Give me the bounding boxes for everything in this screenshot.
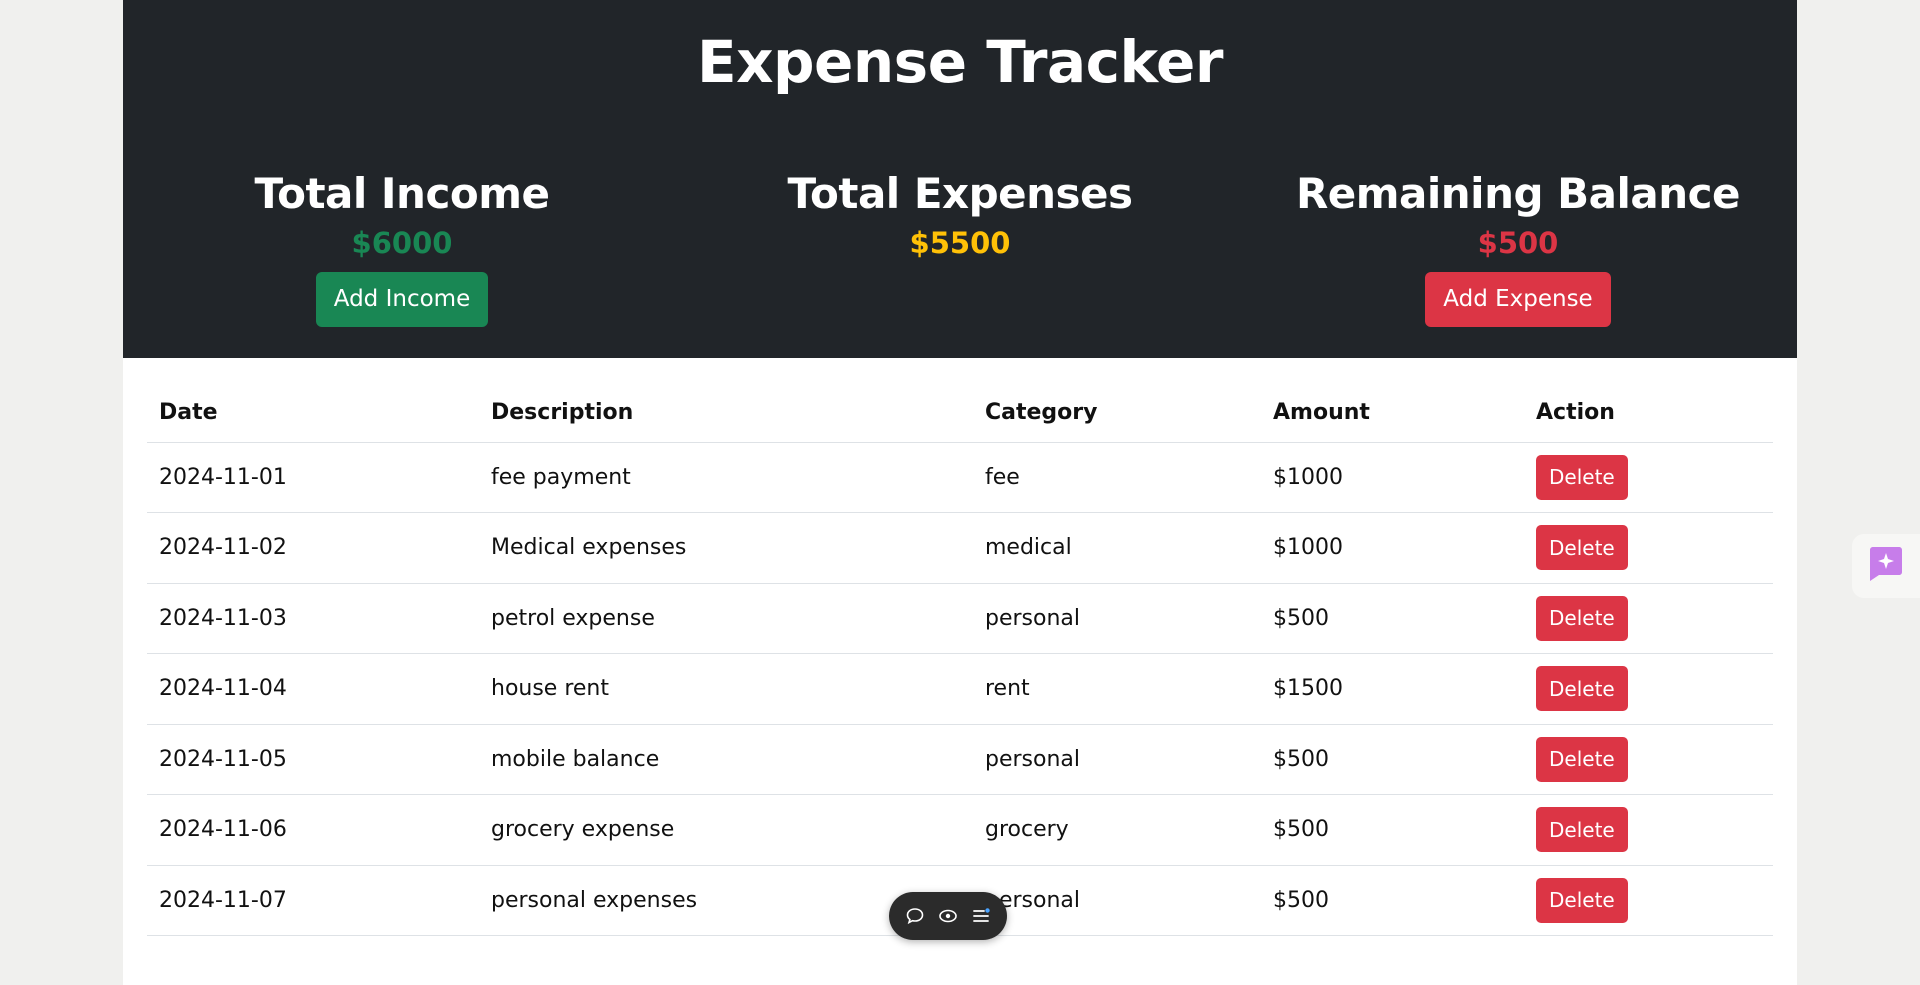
table-row: 2024-11-06 grocery expense grocery $500 … bbox=[147, 794, 1773, 866]
cell-amount: $1000 bbox=[1261, 442, 1524, 513]
cell-date: 2024-11-03 bbox=[147, 583, 479, 654]
column-header-amount: Amount bbox=[1261, 385, 1524, 443]
add-income-button[interactable]: Add Income bbox=[315, 272, 489, 327]
table-row: 2024-11-03 petrol expense personal $500 … bbox=[147, 583, 1773, 654]
cell-description: grocery expense bbox=[479, 794, 973, 866]
income-value: $6000 bbox=[351, 226, 453, 260]
cell-amount: $500 bbox=[1261, 794, 1524, 866]
cell-category: medical bbox=[973, 512, 1261, 584]
eye-icon[interactable] bbox=[937, 905, 959, 927]
cell-date: 2024-11-04 bbox=[147, 653, 479, 725]
delete-button[interactable]: Delete bbox=[1536, 666, 1628, 712]
assistant-widget[interactable] bbox=[1852, 534, 1920, 598]
income-summary: Total Income $6000 Add Income bbox=[123, 168, 681, 327]
expenses-label: Total Expenses bbox=[787, 169, 1133, 218]
column-header-date: Date bbox=[147, 385, 479, 443]
app-container: Expense Tracker Total Income $6000 Add I… bbox=[123, 0, 1797, 985]
sparkle-icon bbox=[1866, 544, 1906, 588]
cell-date: 2024-11-07 bbox=[147, 865, 479, 936]
add-expense-button[interactable]: Add Expense bbox=[1425, 272, 1611, 327]
expense-table-wrapper: Date Description Category Amount Action … bbox=[147, 385, 1773, 936]
column-header-description: Description bbox=[479, 385, 973, 443]
floating-toolbar bbox=[889, 892, 1007, 940]
header: Expense Tracker Total Income $6000 Add I… bbox=[123, 0, 1797, 358]
delete-button[interactable]: Delete bbox=[1536, 595, 1628, 641]
cell-action: Delete bbox=[1524, 512, 1773, 584]
cell-amount: $1500 bbox=[1261, 653, 1524, 725]
delete-button[interactable]: Delete bbox=[1536, 525, 1628, 571]
cell-date: 2024-11-01 bbox=[147, 442, 479, 513]
cell-action: Delete bbox=[1524, 724, 1773, 795]
cell-date: 2024-11-06 bbox=[147, 794, 479, 866]
cell-amount: $500 bbox=[1261, 583, 1524, 654]
cell-description: house rent bbox=[479, 653, 973, 725]
expenses-summary: Total Expenses $5500 bbox=[681, 168, 1239, 262]
cell-category: personal bbox=[973, 724, 1261, 795]
comment-icon[interactable] bbox=[904, 905, 926, 927]
cell-category: personal bbox=[973, 583, 1261, 654]
cell-action: Delete bbox=[1524, 794, 1773, 866]
cell-action: Delete bbox=[1524, 865, 1773, 936]
column-header-action: Action bbox=[1524, 385, 1773, 443]
column-header-category: Category bbox=[973, 385, 1261, 443]
table-row: 2024-11-04 house rent rent $1500 Delete bbox=[147, 653, 1773, 725]
cell-category: fee bbox=[973, 442, 1261, 513]
balance-summary: Remaining Balance $500 Add Expense bbox=[1239, 168, 1797, 327]
table-row: 2024-11-02 Medical expenses medical $100… bbox=[147, 512, 1773, 584]
delete-button[interactable]: Delete bbox=[1536, 736, 1628, 782]
cell-action: Delete bbox=[1524, 442, 1773, 513]
delete-button[interactable]: Delete bbox=[1536, 877, 1628, 923]
cell-category: personal bbox=[973, 865, 1261, 936]
cell-description: Medical expenses bbox=[479, 512, 973, 584]
table-row: 2024-11-05 mobile balance personal $500 … bbox=[147, 724, 1773, 795]
cell-action: Delete bbox=[1524, 583, 1773, 654]
page-title: Expense Tracker bbox=[697, 28, 1224, 96]
delete-button[interactable]: Delete bbox=[1536, 807, 1628, 853]
balance-value: $500 bbox=[1477, 226, 1559, 260]
cell-category: grocery bbox=[973, 794, 1261, 866]
menu-icon[interactable] bbox=[970, 905, 992, 927]
cell-description: fee payment bbox=[479, 442, 973, 513]
cell-action: Delete bbox=[1524, 653, 1773, 725]
table-row: 2024-11-01 fee payment fee $1000 Delete bbox=[147, 442, 1773, 513]
expense-table: Date Description Category Amount Action … bbox=[147, 385, 1773, 936]
balance-label: Remaining Balance bbox=[1295, 169, 1741, 218]
cell-amount: $1000 bbox=[1261, 512, 1524, 584]
table-header-row: Date Description Category Amount Action bbox=[147, 385, 1773, 443]
cell-category: rent bbox=[973, 653, 1261, 725]
cell-amount: $500 bbox=[1261, 865, 1524, 936]
expenses-value: $5500 bbox=[909, 226, 1011, 260]
cell-description: petrol expense bbox=[479, 583, 973, 654]
cell-description: mobile balance bbox=[479, 724, 973, 795]
cell-date: 2024-11-02 bbox=[147, 512, 479, 584]
delete-button[interactable]: Delete bbox=[1536, 454, 1628, 500]
cell-date: 2024-11-05 bbox=[147, 724, 479, 795]
income-label: Total Income bbox=[254, 169, 550, 218]
cell-amount: $500 bbox=[1261, 724, 1524, 795]
